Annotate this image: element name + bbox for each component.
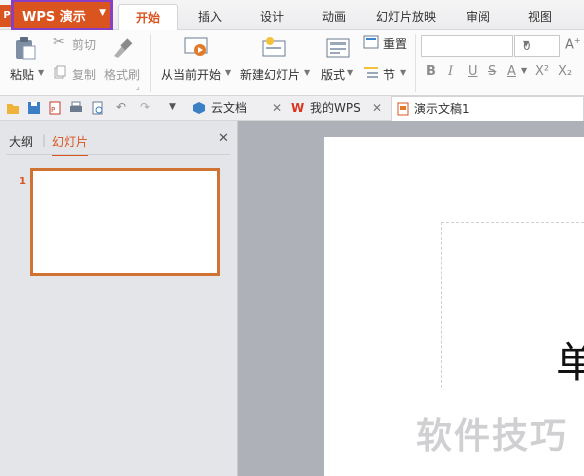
- undo-icon[interactable]: ↶: [116, 100, 126, 114]
- chevron-down-icon: ▼: [347, 68, 354, 77]
- layout-label: 版式: [321, 68, 346, 82]
- from-current-label: 从当前开始: [161, 68, 222, 82]
- presentation-file-icon: [397, 102, 409, 116]
- underline-button[interactable]: U: [468, 64, 478, 79]
- subscript-button[interactable]: X₂: [558, 64, 572, 79]
- slide-thumbnail[interactable]: [30, 168, 220, 276]
- brush-icon: [114, 38, 133, 58]
- ribbon-divider: [150, 34, 151, 92]
- tab-design[interactable]: 设计: [252, 4, 292, 30]
- font-family-select[interactable]: [421, 35, 513, 57]
- slides-panel: 大纲 | 幻灯片 ✕ 1: [0, 121, 238, 476]
- scissors-icon: ✂: [53, 34, 65, 50]
- tab-view[interactable]: 视图: [520, 4, 560, 30]
- print-icon[interactable]: [69, 101, 83, 115]
- open-folder-icon[interactable]: [6, 101, 20, 115]
- tab-animation[interactable]: 动画: [314, 4, 354, 30]
- print-preview-icon[interactable]: [91, 101, 105, 115]
- chevron-down-icon: ▼: [38, 68, 45, 77]
- close-icon[interactable]: ✕: [272, 96, 282, 120]
- chevron-down-icon: ▼: [523, 39, 530, 48]
- chevron-down-icon: ▼: [304, 68, 311, 77]
- reset-label: 重置: [383, 37, 408, 51]
- wps-logo-icon: W: [291, 101, 305, 115]
- doc-tab-cloud[interactable]: 云文档 ✕: [192, 96, 284, 121]
- reset-icon: [363, 35, 379, 49]
- doc-tab-label: 我的WPS: [310, 101, 361, 115]
- tab-slideshow[interactable]: 幻灯片放映: [372, 4, 440, 30]
- section-icon: [364, 67, 378, 78]
- tab-divider: |: [42, 133, 47, 147]
- italic-button[interactable]: I: [448, 64, 453, 79]
- dialog-launcher-icon[interactable]: ⌟: [136, 82, 140, 91]
- ribbon-toolbar: 粘贴 ▼ ✂ 剪切 复制 格式刷 从当前开始 ▼ 新建幻灯片 ▼ 版式 ▼ 重置…: [0, 30, 584, 96]
- redo-icon[interactable]: ↷: [140, 100, 150, 114]
- chevron-down-icon: ▼: [225, 68, 232, 77]
- tab-insert[interactable]: 插入: [190, 4, 230, 30]
- menu-bar: P WPS 演示 ▼ 开始 插入 设计 动画 幻灯片放映 审阅 视图: [0, 0, 584, 31]
- close-panel-icon[interactable]: ✕: [218, 131, 229, 146]
- chevron-down-icon: ▼: [400, 68, 407, 77]
- new-slide-icon: [262, 37, 286, 57]
- strikethrough-button[interactable]: S: [488, 64, 496, 79]
- superscript-button[interactable]: X²: [535, 64, 549, 79]
- app-logo-icon: P: [0, 5, 14, 27]
- quick-access-toolbar: P ↶ ↷ ▼ 云文档 ✕ W 我的WPS ✕ 演示文稿1: [0, 96, 584, 121]
- slide-number: 1: [19, 176, 26, 187]
- panel-tabs: 大纲 | 幻灯片 ✕: [0, 121, 230, 156]
- tab-home[interactable]: 开始: [118, 4, 178, 30]
- tab-outline[interactable]: 大纲: [9, 133, 33, 150]
- watermark: 软件技巧: [416, 416, 569, 457]
- copy-label: 复制: [72, 68, 97, 82]
- chevron-down-icon[interactable]: ▼: [521, 66, 527, 75]
- bold-button[interactable]: B: [426, 64, 436, 79]
- cloud-docs-icon: [193, 102, 205, 114]
- doc-tab-label: 云文档: [211, 101, 248, 115]
- tab-review[interactable]: 审阅: [458, 4, 498, 30]
- placeholder-text: 单: [556, 338, 584, 387]
- doc-tab-presentation1[interactable]: 演示文稿1: [391, 96, 584, 121]
- new-slide-label: 新建幻灯片: [240, 68, 301, 82]
- copy-icon: [54, 65, 66, 79]
- wps-presentation-menu-button[interactable]: WPS 演示 ▼: [11, 0, 113, 31]
- font-size-select[interactable]: 0 ▼: [514, 35, 560, 57]
- chevron-down-icon: ▼: [99, 8, 106, 18]
- layout-icon: [326, 38, 350, 58]
- close-icon[interactable]: ✕: [372, 96, 382, 120]
- font-color-button[interactable]: A: [507, 64, 516, 79]
- panel-divider: [6, 154, 230, 155]
- export-pdf-icon[interactable]: P: [48, 101, 62, 115]
- save-icon[interactable]: [27, 101, 41, 115]
- slideshow-play-icon: [184, 37, 208, 56]
- qat-more-chevron-icon[interactable]: ▼: [169, 102, 176, 112]
- paste-icon: [16, 37, 36, 60]
- increase-font-button[interactable]: A+: [565, 36, 581, 52]
- app-button-label: WPS 演示: [22, 9, 86, 25]
- svg-text:P: P: [51, 106, 55, 114]
- ribbon-divider: [415, 34, 416, 92]
- section-label: 节: [383, 68, 396, 82]
- doc-tab-label: 演示文稿1: [414, 102, 470, 116]
- tab-slides[interactable]: 幻灯片: [52, 133, 89, 156]
- doc-tab-mywps[interactable]: W 我的WPS ✕: [291, 96, 385, 121]
- cut-label: 剪切: [72, 38, 97, 52]
- format-painter-label: 格式刷: [104, 68, 141, 82]
- paste-label: 粘贴: [10, 68, 35, 82]
